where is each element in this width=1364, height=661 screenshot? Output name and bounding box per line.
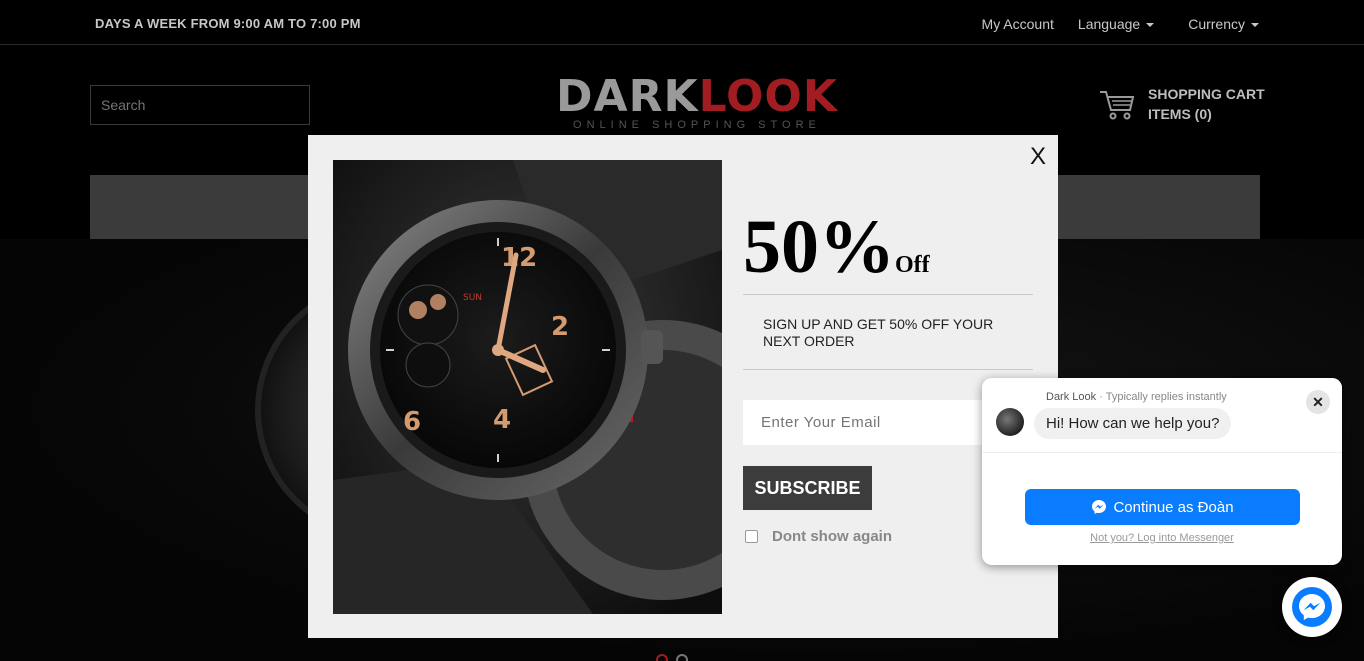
svg-text:SUN: SUN <box>463 293 482 303</box>
subscribe-button[interactable]: SUBSCRIBE <box>743 466 872 510</box>
cart-title: SHOPPING CART <box>1148 86 1265 102</box>
promo-watch-image: 12 2 4 6 SUN <box>333 160 722 614</box>
top-links: My Account Language Currency <box>982 16 1259 32</box>
slider-dot-1[interactable] <box>656 654 668 661</box>
svg-text:4: 4 <box>493 405 511 435</box>
logo-look-text: LOOK <box>698 71 838 122</box>
slider-dot-2[interactable] <box>676 654 688 661</box>
messenger-chat-widget: Dark Look · Typically replies instantly … <box>982 378 1342 565</box>
divider <box>743 294 1033 295</box>
avatar <box>996 408 1024 436</box>
greeting-message: Hi! How can we help you? <box>1034 408 1232 439</box>
cart-icon <box>1100 91 1135 120</box>
cart-items-count: ITEMS (0) <box>1148 106 1212 122</box>
logo[interactable]: DARKLOOK ONLINE SHOPPING STORE <box>556 71 838 132</box>
shopping-cart[interactable]: SHOPPING CART ITEMS (0) <box>1098 86 1265 122</box>
dont-show-again-checkbox[interactable] <box>745 530 758 543</box>
language-dropdown[interactable]: Language <box>1078 16 1154 32</box>
continue-as-button[interactable]: Continue as Đoàn <box>1025 489 1300 525</box>
log-into-messenger-link[interactable]: Not you? Log into Messenger <box>982 532 1342 544</box>
logo-tagline: ONLINE SHOPPING STORE <box>573 119 821 131</box>
continue-as-label: Continue as Đoàn <box>1113 498 1234 516</box>
messenger-close-button[interactable]: ✕ <box>1306 390 1330 414</box>
svg-text:12: 12 <box>501 243 537 273</box>
messenger-page-name: Dark Look <box>1046 391 1097 403</box>
promo-headline: 50%Off <box>743 207 930 287</box>
slider-dots <box>656 654 688 661</box>
divider <box>743 369 1033 370</box>
popup-close-button[interactable]: X <box>1030 143 1046 171</box>
messenger-icon <box>1292 587 1332 627</box>
svg-text:2: 2 <box>551 312 569 342</box>
messenger-status: · Typically replies instantly <box>1096 391 1227 403</box>
promo-percentage: 50% <box>743 205 895 289</box>
dont-show-again-option[interactable]: Dont show again <box>745 528 892 545</box>
messenger-launcher-button[interactable] <box>1282 577 1342 637</box>
top-bar: DAYS A WEEK FROM 9:00 AM TO 7:00 PM My A… <box>0 4 1364 45</box>
promo-off-label: Off <box>895 252 930 278</box>
store-hours: DAYS A WEEK FROM 9:00 AM TO 7:00 PM <box>95 16 361 31</box>
messenger-icon <box>1092 500 1107 514</box>
logo-dark-text: DARK <box>556 71 699 122</box>
search-input[interactable] <box>90 85 310 125</box>
newsletter-popup: X 12 2 4 6 SUN 50%Off SIGN UP AND GET 50… <box>308 135 1058 638</box>
my-account-link[interactable]: My Account <box>982 16 1054 32</box>
email-field[interactable] <box>743 400 993 445</box>
currency-dropdown[interactable]: Currency <box>1188 16 1259 32</box>
dont-show-again-label: Dont show again <box>772 528 892 545</box>
promo-description: SIGN UP AND GET 50% OFF YOUR NEXT ORDER <box>763 316 994 349</box>
svg-text:6: 6 <box>403 407 421 437</box>
messenger-meta: Dark Look · Typically replies instantly <box>1046 391 1227 403</box>
messenger-header: Dark Look · Typically replies instantly … <box>982 378 1342 453</box>
